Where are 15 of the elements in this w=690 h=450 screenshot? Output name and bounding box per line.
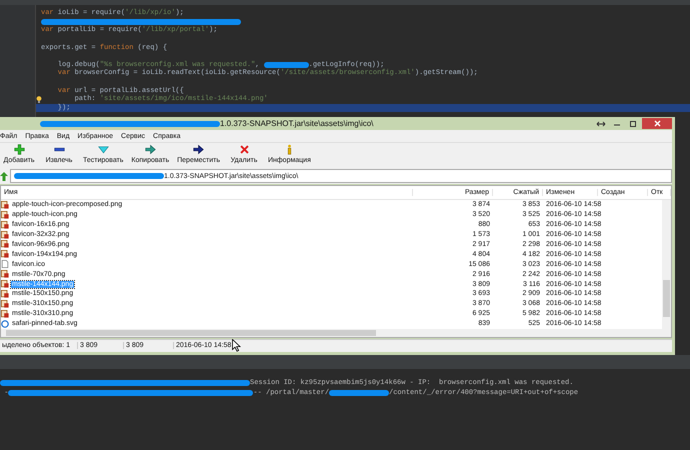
close-icon [654, 120, 660, 128]
redaction-mark [329, 390, 390, 396]
close-button[interactable] [642, 118, 672, 130]
vertical-scrollbar[interactable] [662, 200, 671, 329]
horizontal-scrollbar[interactable] [1, 328, 671, 337]
lightbulb-icon[interactable] [36, 96, 42, 103]
window-title: 1.0.373-SNAPSHOT.jar\site\assets\img\ico\ [220, 119, 374, 128]
plus-icon [14, 144, 24, 155]
redaction-mark [264, 62, 309, 68]
resize-icon[interactable] [594, 118, 608, 129]
up-arrow-icon[interactable] [0, 172, 8, 181]
right-arrow-icon [144, 144, 156, 155]
right-arrow-icon [193, 144, 204, 155]
cross-icon [238, 144, 250, 155]
chevron-down-icon [98, 144, 109, 155]
